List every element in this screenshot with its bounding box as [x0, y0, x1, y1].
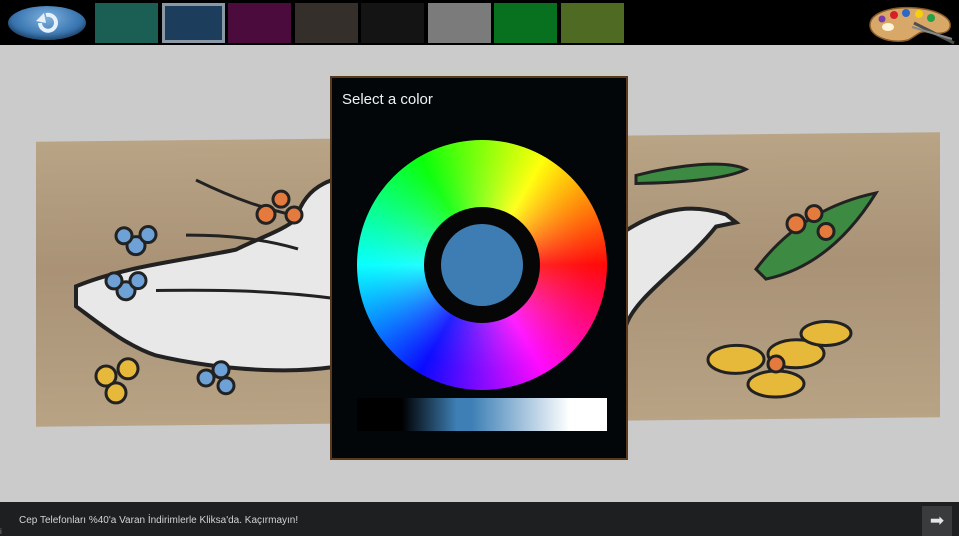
color-swatch-4[interactable] [295, 3, 358, 43]
palette-button[interactable] [864, 3, 956, 45]
color-swatch-2[interactable] [162, 3, 225, 43]
ad-text: Cep Telefonları %40'a Varan İndirimlerle… [19, 515, 299, 526]
brightness-slider[interactable] [357, 398, 607, 431]
color-swatch-5[interactable] [361, 3, 424, 43]
ad-info-icon[interactable]: i [0, 527, 10, 536]
paint-palette-icon [869, 6, 955, 45]
undo-arrow-icon [36, 12, 58, 33]
top-toolbar [0, 0, 959, 45]
ad-arrow-button[interactable]: ➡ [922, 506, 952, 536]
color-swatch-3[interactable] [228, 3, 291, 43]
color-picker-dialog: Select a color [330, 76, 628, 460]
undo-button[interactable] [8, 6, 86, 40]
color-swatch-8[interactable] [561, 3, 624, 43]
color-swatch-1[interactable] [95, 3, 158, 43]
ad-banner[interactable]: Cep Telefonları %40'a Varan İndirimlerle… [0, 502, 959, 536]
color-swatch-6[interactable] [428, 3, 491, 43]
color-swatch-7[interactable] [494, 3, 557, 43]
arrow-right-icon: ➡ [929, 511, 945, 530]
selected-color-preview[interactable] [441, 224, 523, 306]
dialog-title: Select a color [342, 91, 433, 108]
